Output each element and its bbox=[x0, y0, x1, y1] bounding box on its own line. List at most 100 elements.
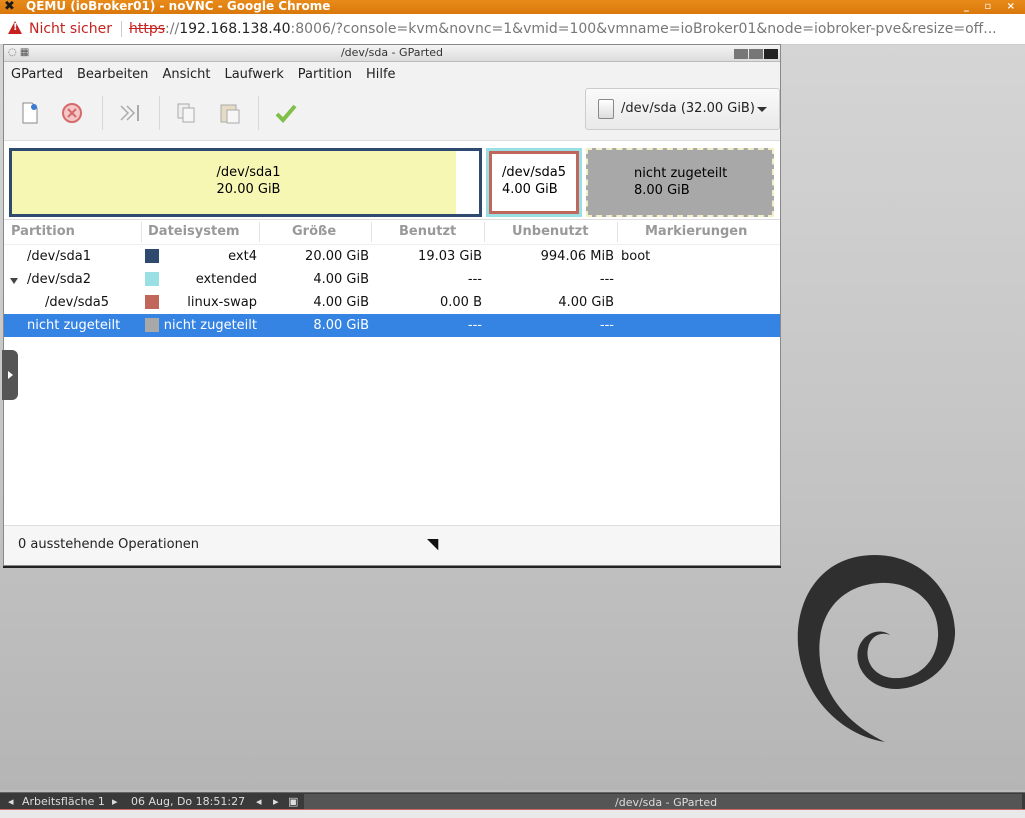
url-host: 192.168.138.40 bbox=[179, 21, 291, 37]
diskmap-unallocated-size: 8.00 GiB bbox=[634, 183, 690, 198]
table-row[interactable]: /dev/sda5 linux-swap 4.00 GiB 0.00 B 4.0… bbox=[4, 291, 780, 314]
table-row[interactable]: /dev/sda2 extended 4.00 GiB --- --- bbox=[4, 268, 780, 291]
col-divider bbox=[617, 222, 618, 242]
url-text[interactable]: https://192.168.138.40:8006/?console=kvm… bbox=[129, 14, 997, 44]
menubar: GParted Bearbeiten Ansicht Laufwerk Partitio… bbox=[4, 62, 780, 88]
cell-partition: nicht zugeteilt bbox=[27, 318, 121, 333]
url-path: :8006/?console=kvm&novnc=1&vmid=100&vmna… bbox=[290, 21, 997, 37]
table-row[interactable]: /dev/sda1 ext4 20.00 GiB 19.03 GiB 994.0… bbox=[4, 245, 780, 268]
gparted-window: ◌ ▦ /dev/sda - GParted GParted Bearbeiten… bbox=[2, 44, 781, 566]
col-divider bbox=[141, 222, 142, 242]
device-selector[interactable]: /dev/sda (32.00 GiB) bbox=[585, 88, 780, 130]
expander-icon[interactable] bbox=[10, 278, 18, 284]
toolbar-separator bbox=[258, 96, 259, 130]
menu-device[interactable]: Laufwerk bbox=[217, 62, 290, 88]
disk-icon bbox=[598, 99, 614, 119]
fs-color-swatch bbox=[145, 272, 159, 286]
delete-button[interactable] bbox=[56, 98, 88, 128]
diskmap-sda5[interactable]: /dev/sda5 4.00 GiB bbox=[489, 151, 579, 214]
table-header: Partition Dateisystem Größe Benutzt Unbe… bbox=[4, 219, 780, 245]
security-label[interactable]: Nicht sicher bbox=[29, 14, 112, 44]
taskbar: ◂ Arbeitsfläche 1 ▸ 06 Aug, Do 18:51:27 … bbox=[0, 792, 1025, 810]
cell-unused: --- bbox=[599, 318, 614, 333]
diskmap-unallocated[interactable]: nicht zugeteilt 8.00 GiB bbox=[586, 148, 774, 217]
warning-icon[interactable]: ! bbox=[8, 21, 22, 34]
task-prev-icon[interactable]: ◂ bbox=[256, 793, 262, 810]
toolbar-separator bbox=[159, 96, 160, 130]
cell-partition: /dev/sda5 bbox=[45, 295, 109, 310]
url-divider bbox=[121, 21, 122, 37]
col-flags[interactable]: Markierungen bbox=[645, 224, 747, 239]
novnc-sidebar-handle[interactable] bbox=[2, 350, 18, 400]
paste-button[interactable] bbox=[214, 98, 246, 128]
cell-unused: --- bbox=[599, 272, 614, 287]
col-used[interactable]: Benutzt bbox=[399, 224, 456, 239]
browser-titlebar: ✖ QEMU (ioBroker01) - noVNC - Google Chr… bbox=[0, 0, 1025, 14]
table-row-selected[interactable]: nicht zugeteilt nicht zugeteilt 8.00 GiB… bbox=[4, 314, 780, 337]
partition-table: /dev/sda1 ext4 20.00 GiB 19.03 GiB 994.0… bbox=[4, 245, 780, 337]
browser-window-controls[interactable]: _ ▫ × bbox=[964, 0, 1021, 13]
resize-move-button[interactable] bbox=[114, 98, 146, 128]
menu-view[interactable]: Ansicht bbox=[155, 62, 217, 88]
clock: 06 Aug, Do 18:51:27 bbox=[131, 795, 246, 808]
address-bar[interactable]: ! Nicht sicher https://192.168.138.40:80… bbox=[0, 14, 1025, 45]
taskbar-task[interactable]: /dev/sda - GParted bbox=[304, 794, 1022, 809]
cell-partition: /dev/sda1 bbox=[27, 249, 91, 264]
chevron-right-icon bbox=[8, 371, 13, 379]
url-protocol: https bbox=[129, 21, 166, 37]
window-menu-icon[interactable]: ◌ ▦ bbox=[8, 47, 29, 58]
diskmap-sda1[interactable]: /dev/sda1 20.00 GiB bbox=[9, 148, 482, 217]
cell-size: 4.00 GiB bbox=[313, 295, 369, 310]
resize-move-icon bbox=[120, 105, 139, 121]
close-button[interactable] bbox=[764, 49, 778, 59]
menu-help[interactable]: Hilfe bbox=[359, 62, 403, 88]
minimize-button[interactable] bbox=[734, 49, 748, 59]
cell-used: --- bbox=[467, 318, 482, 333]
x-logo-icon: ✖ bbox=[4, 0, 15, 14]
new-icon bbox=[22, 102, 38, 124]
diskmap-sda5-size: 4.00 GiB bbox=[502, 182, 558, 197]
col-divider bbox=[259, 222, 260, 242]
col-divider bbox=[371, 222, 372, 242]
workspace-label[interactable]: Arbeitsfläche 1 bbox=[22, 793, 105, 810]
cell-unused: 4.00 GiB bbox=[558, 295, 614, 310]
col-unused[interactable]: Unbenutzt bbox=[512, 224, 588, 239]
col-partition[interactable]: Partition bbox=[11, 224, 75, 239]
device-selector-label: /dev/sda (32.00 GiB) bbox=[621, 101, 755, 116]
maximize-button[interactable] bbox=[749, 49, 763, 59]
copy-button[interactable] bbox=[170, 98, 202, 128]
disk-map: /dev/sda1 20.00 GiB /dev/sda5 4.00 GiB n… bbox=[4, 141, 780, 217]
diskmap-sda2-extended[interactable]: /dev/sda5 4.00 GiB bbox=[486, 148, 582, 217]
apply-icon bbox=[275, 104, 297, 123]
apply-button[interactable] bbox=[270, 98, 302, 128]
new-partition-button[interactable] bbox=[14, 98, 46, 128]
diskmap-sda1-text: /dev/sda1 20.00 GiB bbox=[12, 164, 485, 198]
workspace-next-icon[interactable]: ▸ bbox=[112, 793, 118, 810]
col-size[interactable]: Größe bbox=[292, 224, 336, 239]
task-window-icon: ▣ bbox=[288, 795, 299, 808]
menu-partition[interactable]: Partition bbox=[291, 62, 359, 88]
diskmap-unallocated-name: nicht zugeteilt bbox=[634, 166, 728, 181]
toolbar-separator bbox=[102, 96, 103, 130]
col-filesystem[interactable]: Dateisystem bbox=[148, 224, 240, 239]
menu-gparted[interactable]: GParted bbox=[4, 62, 70, 88]
fs-color-swatch bbox=[145, 249, 159, 263]
window-controls[interactable] bbox=[733, 48, 778, 64]
cell-partition: /dev/sda2 bbox=[27, 272, 91, 287]
cell-filesystem: extended bbox=[195, 272, 257, 287]
delete-icon bbox=[62, 103, 82, 123]
workspace-prev-icon[interactable]: ◂ bbox=[8, 793, 14, 810]
cell-filesystem: nicht zugeteilt bbox=[163, 318, 257, 333]
cell-size: 4.00 GiB bbox=[313, 272, 369, 287]
paste-icon bbox=[220, 104, 240, 124]
chevron-down-icon bbox=[757, 107, 767, 112]
task-next-icon[interactable]: ▸ bbox=[273, 793, 279, 810]
window-title: /dev/sda - GParted bbox=[340, 46, 444, 59]
browser-title: QEMU (ioBroker01) - noVNC - Google Chrom… bbox=[26, 0, 331, 13]
cell-size: 20.00 GiB bbox=[305, 249, 369, 264]
cell-size: 8.00 GiB bbox=[313, 318, 369, 333]
cell-used: 0.00 B bbox=[440, 295, 482, 310]
menu-edit[interactable]: Bearbeiten bbox=[70, 62, 155, 88]
window-titlebar: ◌ ▦ /dev/sda - GParted bbox=[4, 45, 780, 62]
debian-swirl-logo bbox=[797, 555, 956, 742]
